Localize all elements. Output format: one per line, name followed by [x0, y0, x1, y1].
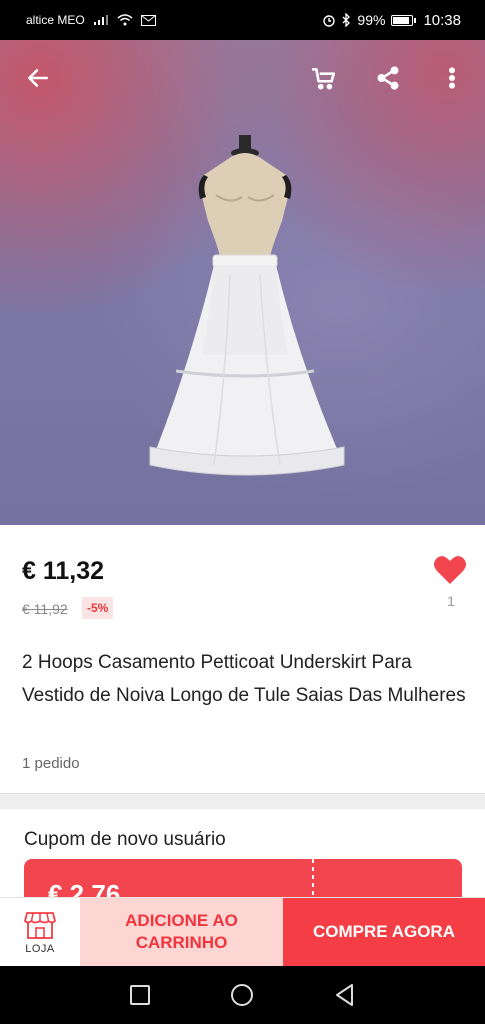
heart-icon — [434, 556, 466, 584]
product-image-gallery[interactable] — [0, 40, 485, 525]
more-vertical-icon — [448, 67, 456, 89]
coupon-section: Cupom de novo usuário € 2,76 — [0, 809, 485, 899]
more-button[interactable] — [434, 60, 470, 96]
system-nav-bar — [0, 966, 485, 1024]
back-button[interactable] — [20, 60, 56, 96]
alarm-icon — [323, 15, 336, 27]
battery-icon — [391, 14, 417, 26]
recent-apps-button[interactable] — [127, 982, 153, 1008]
carrier-name: altice MEO — [26, 13, 85, 27]
shopping-cart-icon — [311, 68, 336, 90]
coupon-divider — [312, 859, 314, 899]
home-button[interactable] — [229, 982, 255, 1008]
product-title: 2 Hoops Casamento Petticoat Underskirt P… — [22, 652, 466, 706]
product-photo — [149, 135, 345, 476]
mail-icon — [140, 14, 156, 26]
section-divider — [0, 793, 485, 809]
store-label: LOJA — [25, 942, 55, 955]
share-icon — [377, 66, 399, 90]
coupon-title: Cupom de novo usuário — [24, 829, 226, 850]
wifi-icon — [117, 14, 133, 26]
system-back-button[interactable] — [332, 982, 358, 1008]
store-button[interactable]: LOJA — [0, 898, 80, 966]
current-price: € 11,32 — [22, 557, 105, 585]
discount-badge: -5% — [82, 597, 114, 619]
wishlist-button[interactable] — [433, 555, 467, 585]
bottom-action-bar: LOJA ADICIONE AO CARRINHO COMPRE AGORA — [0, 897, 485, 966]
bluetooth-icon — [342, 13, 351, 27]
triangle-back-icon — [336, 984, 353, 1006]
buy-now-button[interactable]: COMPRE AGORA — [283, 898, 485, 966]
signal-icon — [93, 15, 108, 25]
original-price: € 11,92 — [22, 601, 68, 617]
battery-percent: 99% — [357, 12, 386, 28]
product-info: € 11,32 € 11,92 -5% 1 2 Hoops Casamento … — [0, 525, 485, 793]
clock: 10:38 — [423, 11, 461, 29]
status-bar: altice MEO 99% 10:38 — [0, 0, 485, 40]
share-button[interactable] — [370, 60, 406, 96]
top-nav — [0, 40, 485, 116]
cart-button[interactable] — [306, 60, 342, 96]
add-to-cart-button[interactable]: ADICIONE AO CARRINHO — [80, 898, 283, 966]
coupon-card[interactable]: € 2,76 — [24, 859, 462, 899]
circle-icon — [231, 984, 253, 1006]
square-icon — [130, 985, 150, 1005]
orders-count: 1 pedido — [22, 755, 80, 772]
arrow-left-icon — [28, 69, 48, 87]
wishlist-count: 1 — [447, 593, 455, 609]
coupon-amount: € 2,76 — [48, 879, 121, 899]
store-icon — [24, 911, 56, 939]
